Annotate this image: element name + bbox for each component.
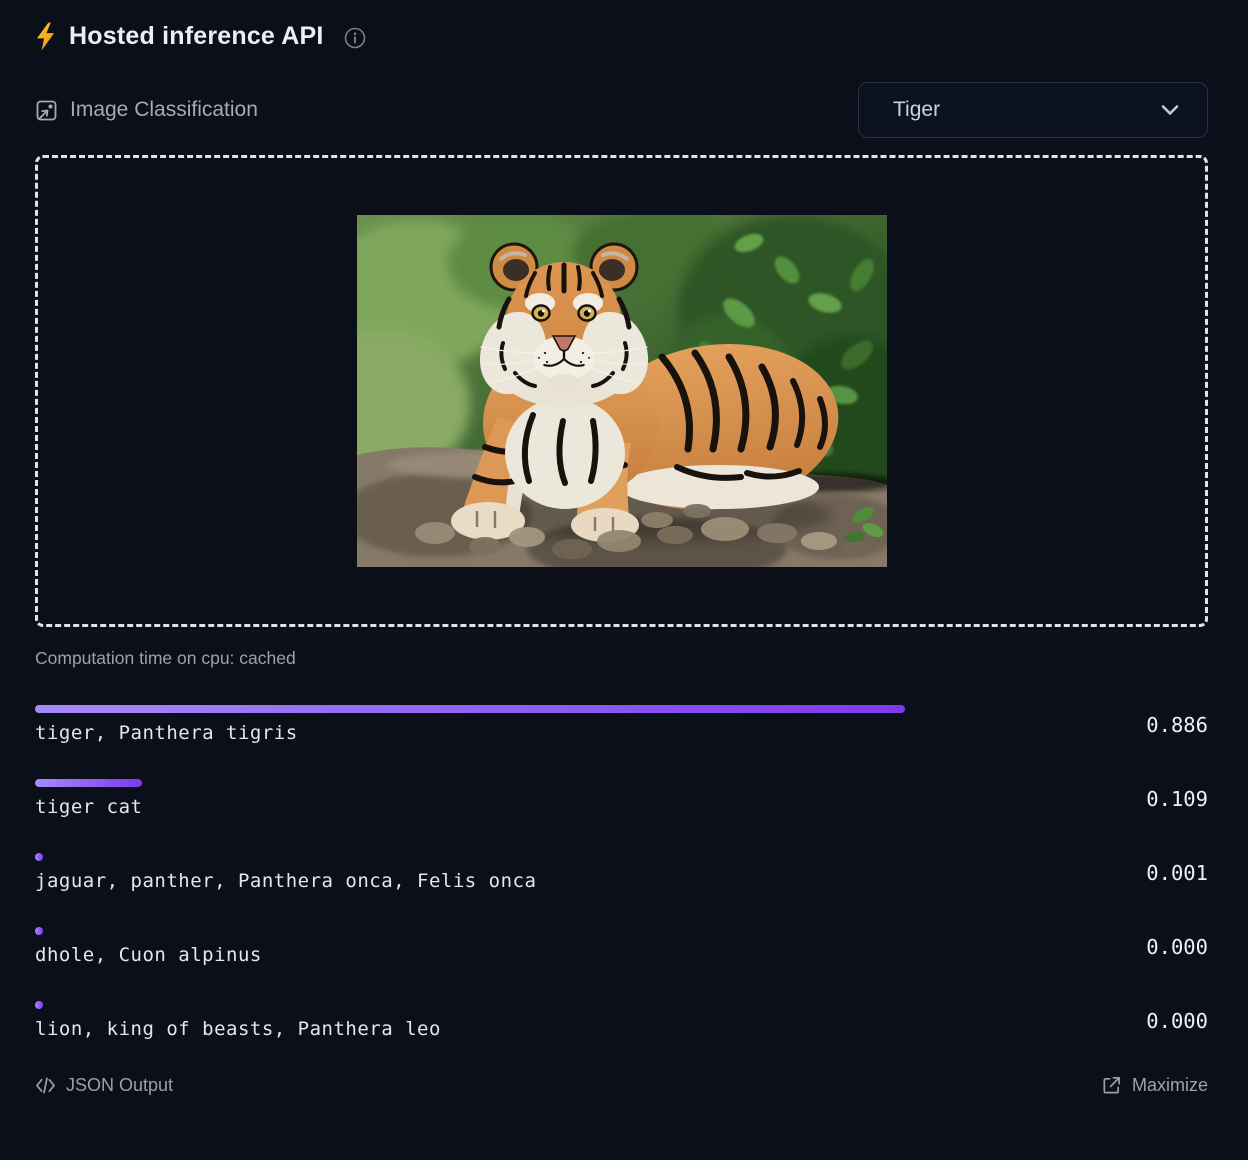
result-score: 0.886 (1146, 713, 1208, 737)
score-bar-track (35, 853, 1017, 861)
result-score: 0.000 (1146, 935, 1208, 959)
task-label-group: Image Classification (35, 98, 258, 122)
json-output-button[interactable]: JSON Output (35, 1075, 173, 1096)
task-label: Image Classification (70, 98, 258, 122)
score-bar-track (35, 927, 1017, 935)
score-bar-track (35, 1001, 1017, 1009)
result-score: 0.001 (1146, 861, 1208, 885)
image-classification-icon (35, 99, 58, 122)
result-row: lion, king of beasts, Panthera leo 0.000 (35, 1001, 1208, 1040)
score-bar (35, 853, 43, 861)
computation-time: Computation time on cpu: cached (35, 648, 1208, 669)
hosted-inference-widget: Hosted inference API Image Classificatio… (0, 0, 1248, 1160)
maximize-label: Maximize (1132, 1075, 1208, 1096)
widget-header: Hosted inference API (35, 22, 1208, 51)
result-score: 0.000 (1146, 1009, 1208, 1033)
result-row: dhole, Cuon alpinus 0.000 (35, 927, 1208, 966)
maximize-button[interactable]: Maximize (1101, 1075, 1208, 1096)
maximize-icon (1101, 1075, 1122, 1096)
result-label: tiger, Panthera tigris (35, 722, 1208, 744)
result-label: lion, king of beasts, Panthera leo (35, 1018, 1208, 1040)
json-output-label: JSON Output (66, 1075, 173, 1096)
info-circle-icon[interactable] (344, 27, 366, 49)
example-select-value: Tiger (893, 98, 940, 122)
classification-results: tiger, Panthera tigris 0.886 tiger cat 0… (35, 705, 1208, 1040)
score-bar (35, 1001, 43, 1009)
score-bar (35, 927, 43, 935)
code-icon (35, 1075, 56, 1096)
score-bar-track (35, 779, 1017, 787)
task-row: Image Classification Tiger (35, 82, 1208, 138)
result-row: tiger cat 0.109 (35, 779, 1208, 818)
result-score: 0.109 (1146, 787, 1208, 811)
input-image-tiger (357, 215, 887, 567)
score-bar (35, 779, 142, 787)
result-row: tiger, Panthera tigris 0.886 (35, 705, 1208, 744)
result-label: jaguar, panther, Panthera onca, Felis on… (35, 870, 1208, 892)
score-bar (35, 705, 905, 713)
result-label: dhole, Cuon alpinus (35, 944, 1208, 966)
result-label: tiger cat (35, 796, 1208, 818)
lightning-bolt-icon (35, 22, 56, 51)
example-select[interactable]: Tiger (858, 82, 1208, 138)
widget-footer: JSON Output Maximize (35, 1075, 1208, 1096)
page-title: Hosted inference API (69, 22, 324, 51)
chevron-down-icon (1157, 97, 1183, 123)
image-drop-zone[interactable] (35, 155, 1208, 627)
result-row: jaguar, panther, Panthera onca, Felis on… (35, 853, 1208, 892)
score-bar-track (35, 705, 1017, 713)
